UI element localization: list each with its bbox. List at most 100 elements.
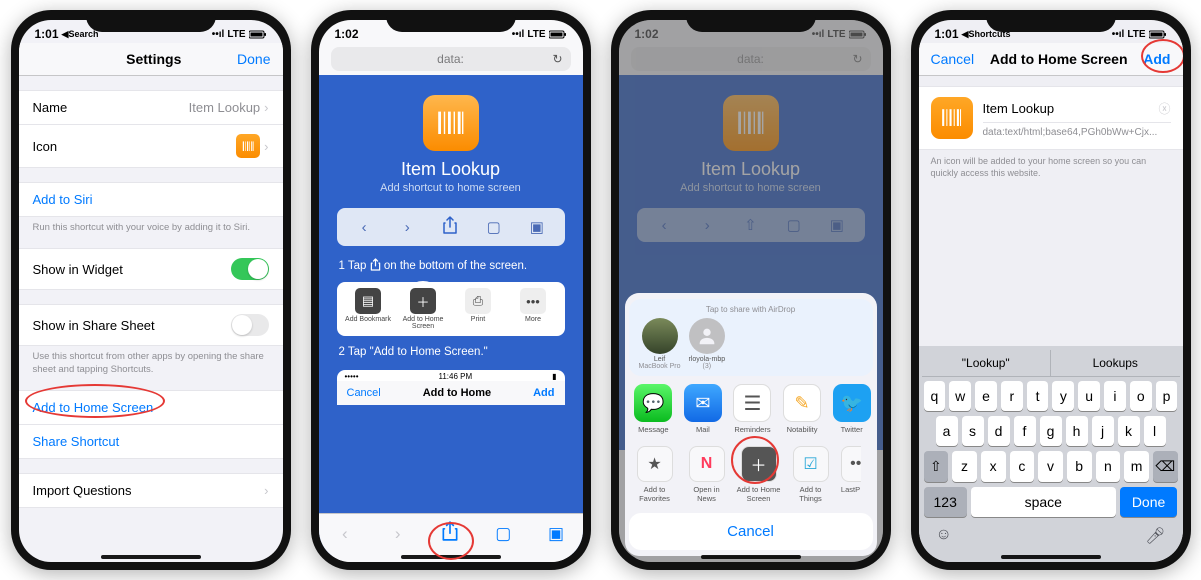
forward-icon[interactable]: › [387, 524, 409, 544]
tabs-icon[interactable]: ▣ [545, 524, 567, 544]
suggestion[interactable]: Lookups [1051, 350, 1180, 376]
key[interactable]: z [952, 451, 977, 482]
cancel-button[interactable]: Cancel [931, 51, 975, 67]
page-title: Settings [126, 51, 181, 67]
shortcut-icon [931, 97, 973, 139]
share-sheet-footer: Use this shortcut from other apps by ope… [19, 346, 283, 376]
share-icon[interactable] [439, 521, 461, 546]
import-questions-row[interactable]: Import Questions › [19, 473, 283, 508]
action-things[interactable]: ☑︎Add to Things [789, 446, 833, 503]
add-to-home-screen-button[interactable]: Add to Home Screen [19, 390, 283, 425]
phone-1-settings: 1:01 ◀ Search ••ılLTE Settings Done Name… [11, 10, 291, 570]
share-message[interactable]: 💬Message [633, 384, 675, 434]
emoji-key[interactable]: ☺ [936, 526, 952, 546]
name-row[interactable]: Name Item Lookup› [19, 90, 283, 125]
key[interactable]: q [924, 381, 946, 411]
key[interactable]: c [1010, 451, 1035, 482]
show-in-share-sheet-row[interactable]: Show in Share Sheet [19, 304, 283, 346]
back-icon: ‹ [353, 219, 375, 236]
shortcut-icon [423, 95, 479, 151]
share-reminders[interactable]: ☰Reminders [732, 384, 774, 434]
key[interactable]: g [1040, 416, 1062, 446]
key[interactable]: a [936, 416, 958, 446]
share-icon [439, 216, 461, 238]
phone-2-safari-instructions: 1:02 ••ılLTE data: ↻ Item Lookup Add sho… [311, 10, 591, 570]
show-in-widget-row[interactable]: Show in Widget [19, 248, 283, 290]
step-1-text: 1 Tap on the bottom of the screen. [335, 254, 567, 276]
key[interactable]: s [962, 416, 984, 446]
icon-row[interactable]: Icon › [19, 125, 283, 168]
share-actions-row: ★Add to Favorites NOpen in News ＋Add to … [627, 438, 875, 507]
share-sheet: Tap to share with AirDrop Leif MacBook P… [625, 293, 877, 556]
key[interactable]: h [1066, 416, 1088, 446]
share-mail[interactable]: ✉︎Mail [682, 384, 724, 434]
add-to-siri-button[interactable]: Add to Siri [19, 182, 283, 217]
done-button[interactable]: Done [237, 51, 270, 67]
forward-icon: › [396, 219, 418, 236]
keyboard-suggestions: "Lookup" Lookups [922, 350, 1180, 377]
widget-toggle[interactable] [231, 258, 269, 280]
key[interactable]: n [1096, 451, 1121, 482]
status-indicators: ••ılLTE [212, 29, 267, 40]
add-bookmark-action: ▤Add Bookmark [341, 288, 396, 330]
share-twitter[interactable]: 🐦Twitter [831, 384, 873, 434]
breadcrumb-back[interactable]: ◀ Search [62, 29, 99, 40]
action-row-illustration: ▤Add Bookmark ＋Add to Home Screen ⎙Print… [337, 282, 565, 336]
add-to-home-action: ＋Add to Home Screen [396, 288, 451, 330]
tabs-icon: ▣ [526, 218, 548, 236]
more-action: •••More [506, 288, 561, 330]
suggestion[interactable]: "Lookup" [922, 350, 1052, 376]
key[interactable]: t [1027, 381, 1049, 411]
shift-key[interactable]: ⇧ [924, 451, 949, 482]
page-title: Add to Home Screen [990, 51, 1128, 67]
bookmarks-icon: ▢ [483, 218, 505, 236]
airdrop-person[interactable]: rloyola-mbp (3) [689, 318, 726, 370]
clear-icon[interactable]: ⓧ [1158, 100, 1170, 117]
key[interactable]: b [1067, 451, 1092, 482]
cancel-button[interactable]: Cancel [629, 513, 873, 550]
siri-footer: Run this shortcut with your voice by add… [19, 217, 283, 234]
step-2-text: 2 Tap "Add to Home Screen." [335, 342, 567, 362]
space-key[interactable]: space [971, 487, 1116, 517]
key[interactable]: l [1144, 416, 1166, 446]
phone-4-add-to-home: 1:01 ◀ Shortcuts ••ılLTE Cancel Add to H… [911, 10, 1191, 570]
url-display: data:text/html;base64,PGh0bWw+Cjx... [983, 122, 1171, 138]
key[interactable]: x [981, 451, 1006, 482]
action-add-to-home[interactable]: ＋Add to Home Screen [737, 446, 781, 503]
key[interactable]: o [1130, 381, 1152, 411]
url-bar[interactable]: data: ↻ [331, 47, 571, 71]
action-news[interactable]: NOpen in News [685, 446, 729, 503]
share-notability[interactable]: ✎Notability [781, 384, 823, 434]
key[interactable]: j [1092, 416, 1114, 446]
action-favorites[interactable]: ★Add to Favorites [633, 446, 677, 503]
key[interactable]: f [1014, 416, 1036, 446]
backspace-key[interactable]: ⌫ [1153, 451, 1178, 482]
mini-toolbar-illustration: ‹ › ▢ ▣ [337, 208, 565, 246]
share-shortcut-button[interactable]: Share Shortcut [19, 425, 283, 459]
key[interactable]: v [1038, 451, 1063, 482]
shortcut-name-input[interactable] [983, 99, 1159, 118]
bookmarks-icon[interactable]: ▢ [492, 524, 514, 544]
key[interactable]: k [1118, 416, 1140, 446]
key[interactable]: y [1052, 381, 1074, 411]
back-icon[interactable]: ‹ [334, 524, 356, 544]
key[interactable]: r [1001, 381, 1023, 411]
reload-icon[interactable]: ↻ [552, 52, 562, 66]
key[interactable]: e [975, 381, 997, 411]
done-key[interactable]: Done [1120, 487, 1178, 517]
numbers-key[interactable]: 123 [924, 487, 967, 517]
add-button[interactable]: Add [1143, 51, 1170, 67]
action-lastpass[interactable]: •••LastP [841, 446, 861, 503]
instruction-subtitle: Add shortcut to home screen [335, 182, 567, 194]
key[interactable]: p [1156, 381, 1178, 411]
share-sheet-toggle[interactable] [231, 314, 269, 336]
key[interactable]: u [1078, 381, 1100, 411]
airdrop-person[interactable]: Leif MacBook Pro [639, 318, 681, 370]
dictation-key[interactable]: 🎤︎ [1145, 526, 1165, 546]
key[interactable]: w [949, 381, 971, 411]
status-time: 1:01 [35, 27, 59, 41]
mini-navbar-illustration: Cancel Add to Home Add [337, 381, 565, 405]
key[interactable]: d [988, 416, 1010, 446]
key[interactable]: m [1124, 451, 1149, 482]
key[interactable]: i [1104, 381, 1126, 411]
